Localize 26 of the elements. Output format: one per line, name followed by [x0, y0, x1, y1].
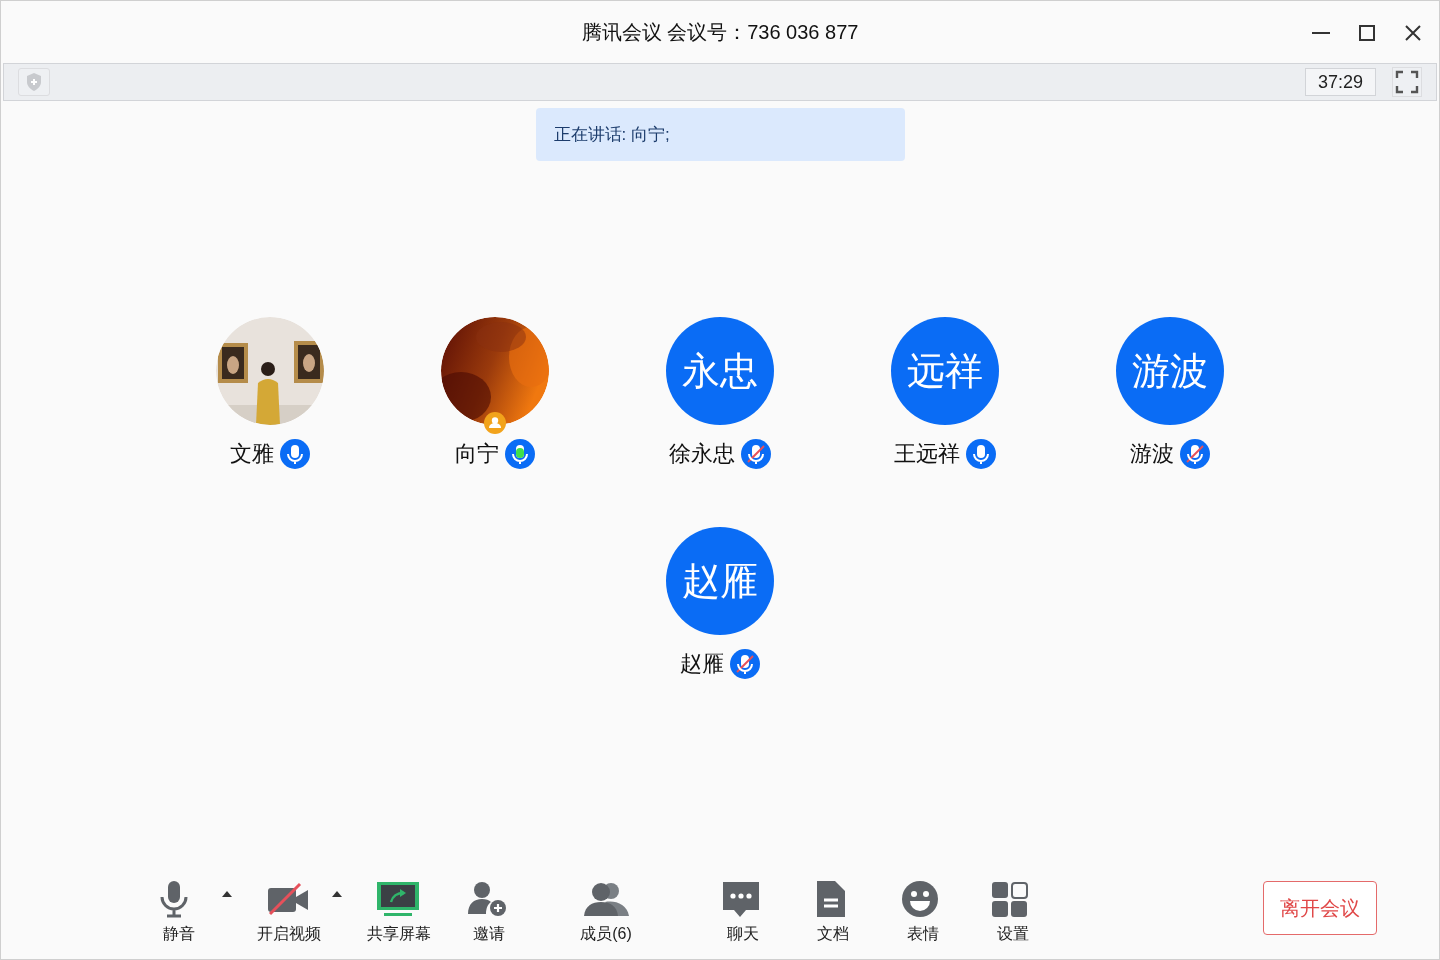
meeting-timer: 37:29: [1304, 68, 1376, 96]
fullscreen-button[interactable]: [1392, 67, 1422, 97]
participant-name: 王远祥: [894, 440, 960, 468]
participant-name: 赵雁: [680, 650, 724, 678]
share-tool-button[interactable]: 共享屏幕: [361, 879, 437, 945]
emoji-tool-button[interactable]: 表情: [885, 879, 961, 945]
avatar: 远祥: [891, 317, 999, 425]
window-title: 腾讯会议 会议号：736 036 877: [581, 19, 859, 45]
settings-tool-button[interactable]: 设置: [975, 879, 1051, 945]
chat-tool-button[interactable]: 聊天: [705, 879, 781, 945]
members-tool-button[interactable]: 成员(6): [561, 879, 651, 945]
maximize-icon[interactable]: [1357, 23, 1377, 43]
speaking-banner: 正在讲话: 向宁;: [535, 108, 905, 161]
participant-name: 文雅: [230, 440, 274, 468]
video-tool-button[interactable]: 开启视频: [251, 879, 327, 945]
invite-tool-button[interactable]: 邀请: [451, 879, 527, 945]
avatar: 游波: [1116, 317, 1224, 425]
participant-name: 徐永忠: [669, 440, 735, 468]
docs-tool-button[interactable]: 文档: [795, 879, 871, 945]
mic-tool-button[interactable]: 静音: [141, 879, 217, 945]
participant-name: 向宁: [455, 440, 499, 468]
avatar: 赵雁: [666, 527, 774, 635]
participant-name: 游波: [1130, 440, 1174, 468]
close-icon[interactable]: [1403, 23, 1423, 43]
avatar: 永忠: [666, 317, 774, 425]
leave-meeting-button[interactable]: 离开会议: [1263, 881, 1377, 935]
